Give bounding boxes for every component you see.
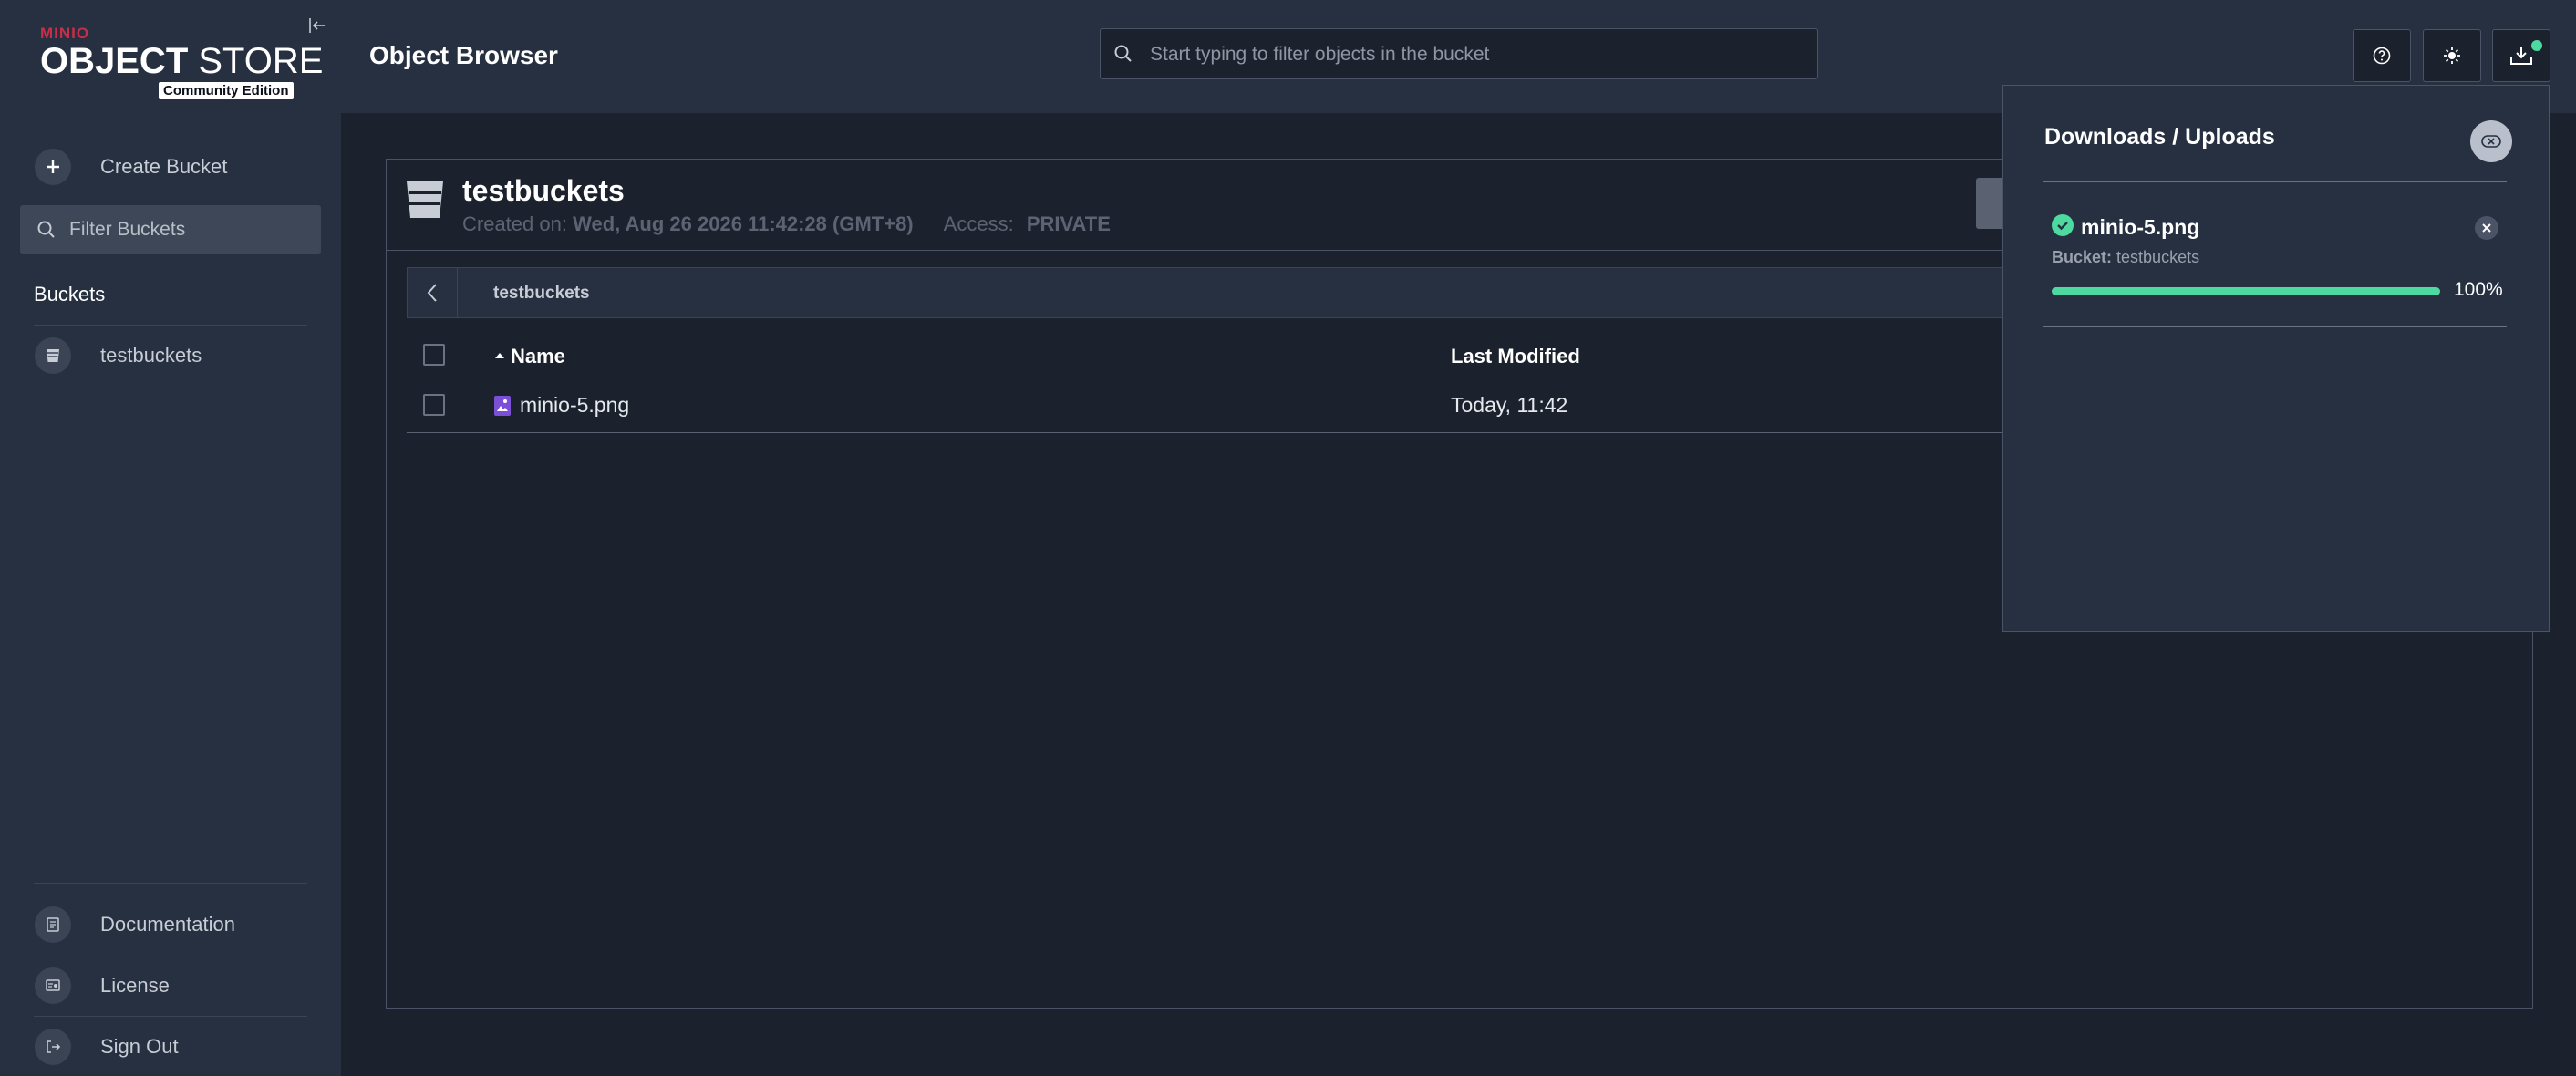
create-bucket-button[interactable]: Create Bucket [0,147,341,187]
image-file-icon [494,396,511,416]
page-title: Object Browser [369,41,558,69]
logo: MINIO OBJECT STORE Community Edition [40,25,323,99]
select-all-checkbox[interactable] [423,344,445,366]
bucket-label: Bucket: [2052,248,2113,266]
divider [2043,181,2507,182]
documentation-icon [35,906,71,943]
downloads-panel: Downloads / Uploads minio-5.png Bucket: … [2002,85,2550,632]
help-button[interactable] [2353,29,2411,82]
chevron-left-icon [427,284,437,302]
progress-percent: 100% [2454,279,2503,300]
search-placeholder: Start typing to filter objects in the bu… [1150,44,1490,65]
create-bucket-label: Create Bucket [100,155,228,178]
sidebar-item-label: testbuckets [100,344,202,367]
license-icon [35,967,71,1004]
downloads-title: Downloads / Uploads [2044,124,2275,150]
remove-item-button[interactable] [2475,216,2498,240]
file-name: minio-5.png [520,393,630,417]
file-last-modified: Today, 11:42 [1451,393,1568,417]
search-icon [1114,45,1132,62]
buckets-heading: Buckets [34,283,106,305]
divider [34,325,307,326]
created-value: Wed, Aug 26 2026 11:42:28 (GMT+8) [573,212,914,235]
bucket-icon [35,337,71,374]
sidebar-item-label: Sign Out [100,1035,179,1058]
search-icon [37,221,55,238]
breadcrumb-item[interactable]: testbuckets [493,284,590,304]
download-icon [2510,47,2532,65]
divider [34,1016,307,1017]
download-item-name: minio-5.png [2081,215,2200,239]
bucket-meta: Created on: Wed, Aug 26 2026 11:42:28 (G… [462,212,1111,236]
close-panel-button[interactable] [2470,120,2512,162]
plus-icon [35,149,71,185]
sun-icon [2444,47,2460,64]
collapse-sidebar-icon[interactable] [306,15,328,36]
bucket-value: testbuckets [2116,248,2200,266]
sidebar-item-label: License [100,974,170,997]
column-name[interactable]: Name [511,345,565,368]
back-button[interactable] [408,268,458,317]
logo-title: OBJECT STORE [40,42,323,80]
sidebar-item-testbuckets[interactable]: testbuckets [0,336,341,376]
sidebar-item-license[interactable]: License [0,966,341,1006]
access-label: Access: [943,212,1014,235]
close-icon [2481,135,2501,148]
check-circle-icon [2052,214,2074,236]
close-icon [2482,223,2491,233]
sort-asc-icon [495,353,504,358]
sidebar-item-sign-out[interactable]: Sign Out [0,1027,341,1067]
filter-buckets-input[interactable]: Filter Buckets [20,205,321,254]
column-last-modified[interactable]: Last Modified [1451,345,1580,368]
theme-toggle-button[interactable] [2423,29,2481,82]
object-search-input[interactable]: Start typing to filter objects in the bu… [1100,28,1818,79]
notification-dot [2531,40,2542,51]
sidebar-item-label: Documentation [100,913,235,936]
bucket-name: testbuckets [462,174,625,207]
bucket-icon [405,178,445,226]
logo-edition: Community Edition [159,82,294,99]
progress-bar [2052,287,2440,295]
created-label: Created on: [462,212,567,235]
divider [34,883,307,884]
filter-buckets-placeholder: Filter Buckets [69,219,186,240]
help-icon [2373,47,2391,65]
logo-title-light: STORE [198,41,324,81]
download-item-bucket: Bucket: testbuckets [2052,248,2199,267]
divider [2043,326,2507,327]
sidebar: MINIO OBJECT STORE Community Edition Cre… [0,0,341,1076]
downloads-button[interactable] [2492,29,2550,82]
progress-fill [2052,287,2440,295]
row-checkbox[interactable] [423,394,445,416]
logo-title-bold: OBJECT [40,41,189,81]
access-value: PRIVATE [1026,212,1111,235]
sidebar-item-documentation[interactable]: Documentation [0,905,341,945]
logo-brand: MINIO [40,25,90,42]
sign-out-icon [35,1029,71,1065]
